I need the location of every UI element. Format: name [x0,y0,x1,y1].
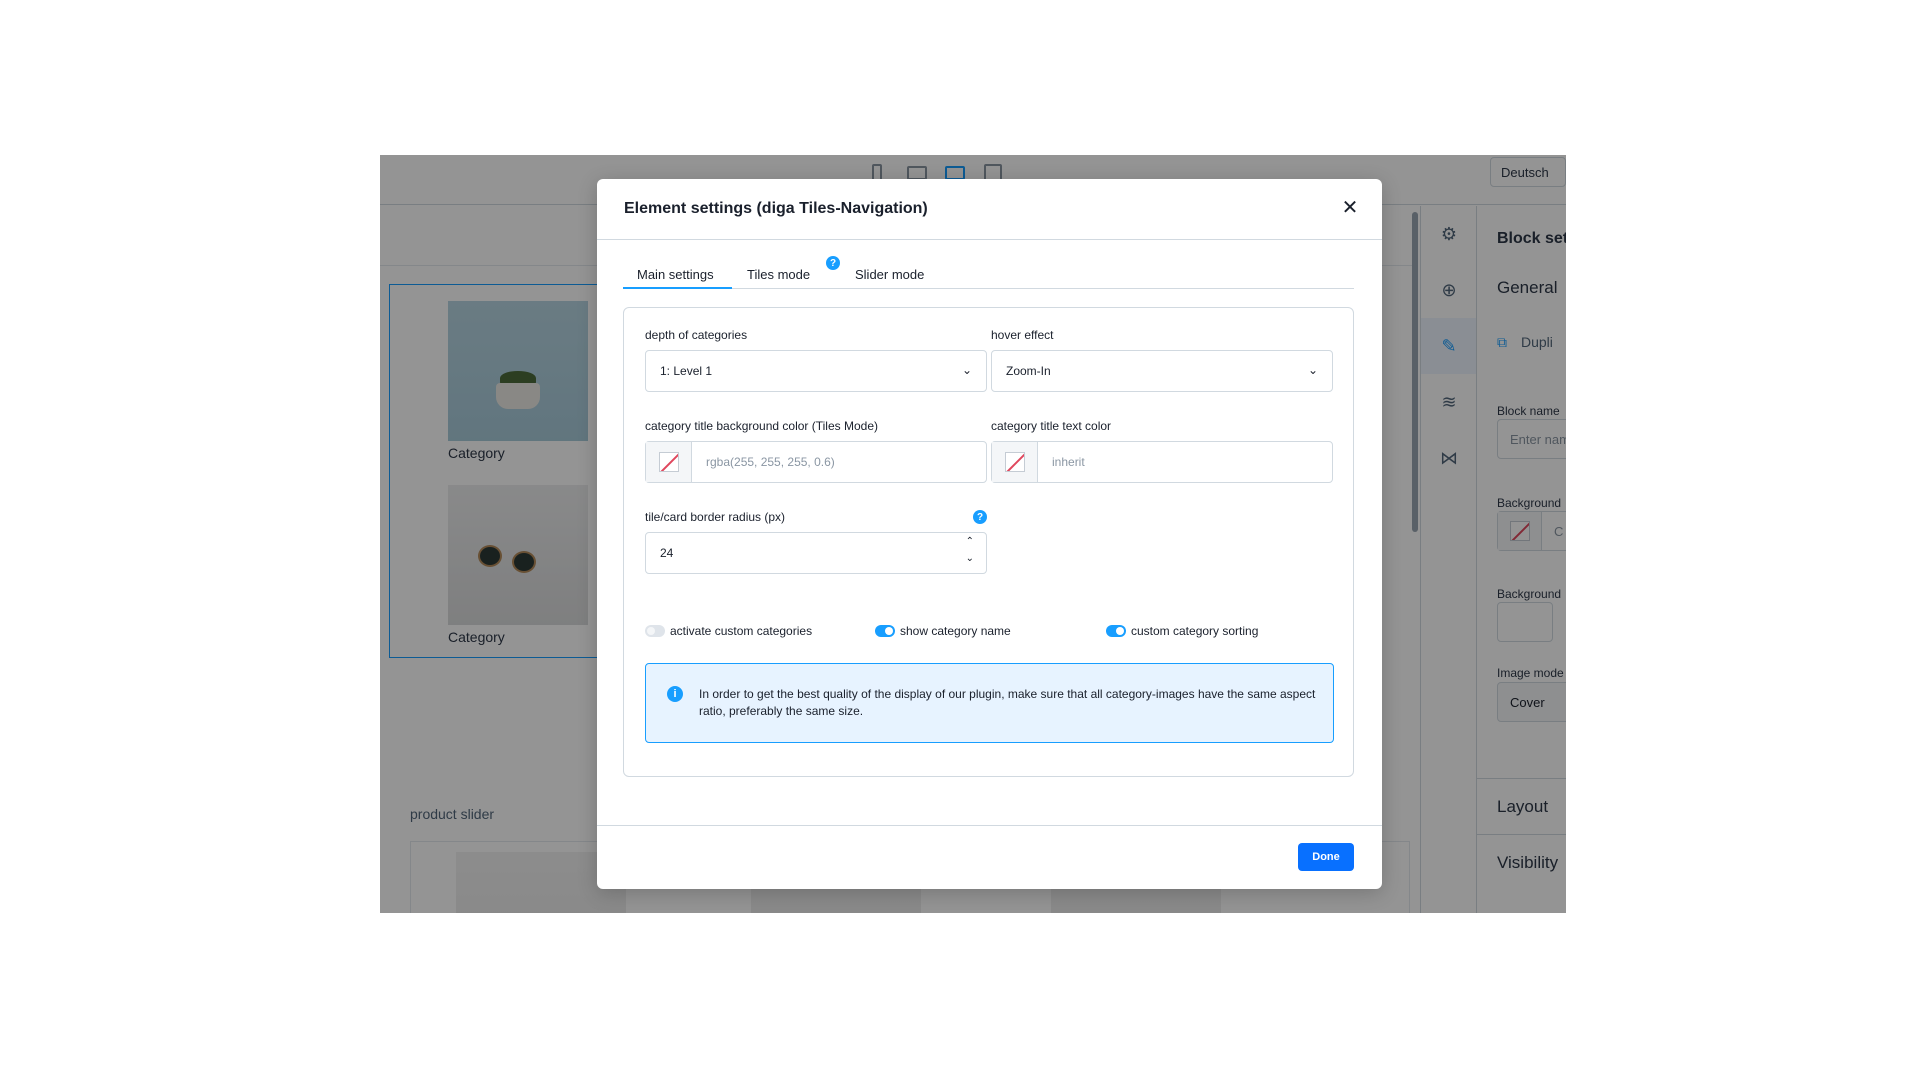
help-icon[interactable]: ? [973,510,987,524]
radius-number-field[interactable]: 24 ⌃ ⌄ [645,532,987,574]
tab-tiles-mode[interactable]: Tiles mode [747,259,810,289]
toggle-label: show category name [900,624,1011,638]
chevron-down-icon: ⌄ [1307,363,1318,377]
info-text: In order to get the best quality of the … [699,687,1316,718]
modal-footer: Done [597,825,1382,889]
text-color-field: inherit [991,441,1333,483]
radius-label: tile/card border radius (px) [645,510,786,524]
bg-color-swatch[interactable] [646,442,692,482]
depth-select[interactable]: 1: Level 1 ⌄ [645,350,987,392]
settings-tabs: Main settings Tiles mode ? Slider mode [623,256,1354,289]
switch-off[interactable] [645,625,665,637]
text-color-swatch[interactable] [992,442,1038,482]
done-button[interactable]: Done [1298,843,1354,871]
chevron-down-icon[interactable]: ⌄ [966,553,974,564]
bg-color-label: category title background color (Tiles M… [645,419,878,433]
switch-on[interactable] [875,625,895,637]
modal-header: Element settings (diga Tiles-Navigation)… [597,179,1382,240]
hover-effect-value: Zoom-In [1006,364,1051,378]
hover-effect-label: hover effect [991,328,1054,342]
chevron-up-icon[interactable]: ⌃ [966,536,974,547]
chevron-down-icon: ⌄ [961,363,972,377]
text-color-label: category title text color [991,419,1112,433]
toggle-label: activate custom categories [670,624,813,638]
bg-color-field: rgba(255, 255, 255, 0.6) [645,441,987,483]
tab-main-settings[interactable]: Main settings [623,259,732,289]
help-icon[interactable]: ? [826,256,840,270]
radius-value: 24 [660,546,674,560]
close-icon[interactable]: ✕ [1338,196,1362,220]
depth-value: 1: Level 1 [660,364,713,378]
toggle-custom-categories[interactable]: activate custom categories [645,624,812,638]
bg-color-input[interactable]: rgba(255, 255, 255, 0.6) [706,455,835,469]
toggle-custom-sorting[interactable]: custom category sorting [1106,624,1258,638]
modal-title: Element settings (diga Tiles-Navigation) [624,200,928,217]
tab-slider-mode[interactable]: Slider mode [855,259,924,289]
text-color-input[interactable]: inherit [1052,455,1085,469]
hover-effect-select[interactable]: Zoom-In ⌄ [991,350,1333,392]
toggle-label: custom category sorting [1131,624,1259,638]
toggle-show-category-name[interactable]: show category name [875,624,1011,638]
main-settings-card: depth of categories 1: Level 1 ⌄ hover e… [623,307,1354,777]
depth-label: depth of categories [645,328,748,342]
info-alert: i In order to get the best quality of th… [645,663,1334,743]
switch-on[interactable] [1106,625,1126,637]
element-settings-modal: Element settings (diga Tiles-Navigation)… [597,179,1382,889]
info-icon: i [667,686,683,702]
